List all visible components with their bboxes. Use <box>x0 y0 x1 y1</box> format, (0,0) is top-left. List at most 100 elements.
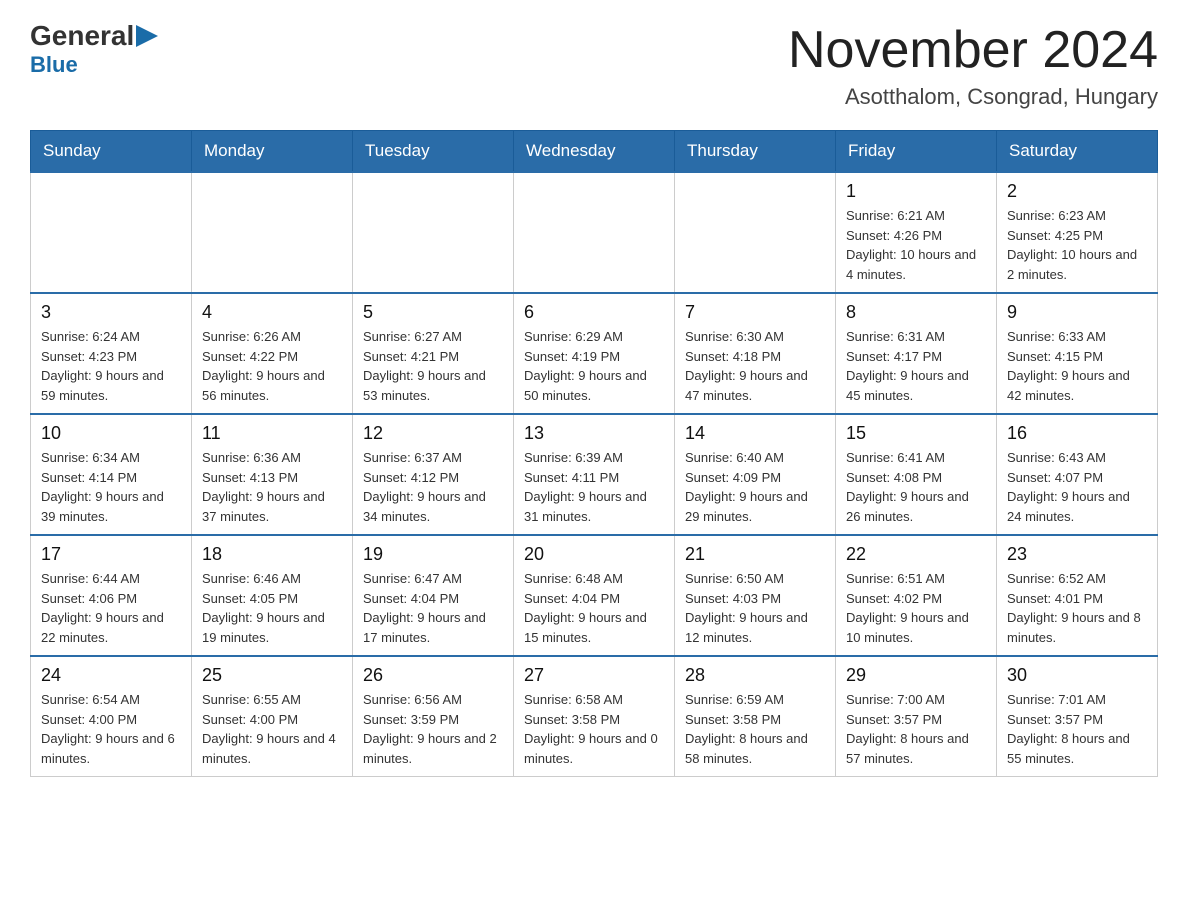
day-info: Sunrise: 6:37 AM Sunset: 4:12 PM Dayligh… <box>363 448 503 526</box>
table-row: 26Sunrise: 6:56 AM Sunset: 3:59 PM Dayli… <box>353 656 514 777</box>
day-number: 30 <box>1007 665 1147 686</box>
day-number: 5 <box>363 302 503 323</box>
day-number: 16 <box>1007 423 1147 444</box>
table-row <box>514 172 675 293</box>
day-info: Sunrise: 6:21 AM Sunset: 4:26 PM Dayligh… <box>846 206 986 284</box>
day-number: 10 <box>41 423 181 444</box>
header-monday: Monday <box>192 131 353 173</box>
day-number: 20 <box>524 544 664 565</box>
table-row: 22 Sunrise: 6:51 AM Sunset: 4:02 PM Dayli… <box>836 535 997 656</box>
table-row: 20 Sunrise: 6:48 AM Sunset: 4:04 PM Dayli… <box>514 535 675 656</box>
logo-general-text: General <box>30 20 134 52</box>
day-number: 25 <box>202 665 342 686</box>
day-info: Sunrise: 6:43 AM Sunset: 4:07 PM Dayligh… <box>1007 448 1147 526</box>
day-number: 18 <box>202 544 342 565</box>
day-number: 15 <box>846 423 986 444</box>
header-wednesday: Wednesday <box>514 131 675 173</box>
day-info: Sunrise: 6:36 AM Sunset: 4:13 PM Dayligh… <box>202 448 342 526</box>
day-info: Sunrise: 6:55 AM Sunset: 4:00 PM Dayligh… <box>202 690 342 768</box>
day-number: 19 <box>363 544 503 565</box>
table-row: 15Sunrise: 6:41 AM Sunset: 4:08 PM Dayli… <box>836 414 997 535</box>
day-info: Sunrise: 7:00 AM Sunset: 3:57 PM Dayligh… <box>846 690 986 768</box>
day-info: Sunrise: 6:48 AM Sunset: 4:04 PM Dayligh… <box>524 569 664 647</box>
weekday-header-row: Sunday Monday Tuesday Wednesday Thursday… <box>31 131 1158 173</box>
page-header: General Blue November 2024 Asotthalom, C… <box>30 20 1158 110</box>
header-tuesday: Tuesday <box>353 131 514 173</box>
logo-blue-text: Blue <box>30 52 78 77</box>
day-info: Sunrise: 6:58 AM Sunset: 3:58 PM Dayligh… <box>524 690 664 768</box>
calendar-table: Sunday Monday Tuesday Wednesday Thursday… <box>30 130 1158 777</box>
day-number: 4 <box>202 302 342 323</box>
table-row: 9Sunrise: 6:33 AM Sunset: 4:15 PM Daylig… <box>997 293 1158 414</box>
title-section: November 2024 Asotthalom, Csongrad, Hung… <box>788 20 1158 110</box>
table-row: 30Sunrise: 7:01 AM Sunset: 3:57 PM Dayli… <box>997 656 1158 777</box>
day-info: Sunrise: 6:23 AM Sunset: 4:25 PM Dayligh… <box>1007 206 1147 284</box>
table-row: 2 Sunrise: 6:23 AM Sunset: 4:25 PM Daylig… <box>997 172 1158 293</box>
table-row: 16 Sunrise: 6:43 AM Sunset: 4:07 PM Dayli… <box>997 414 1158 535</box>
day-info: Sunrise: 6:51 AM Sunset: 4:02 PM Dayligh… <box>846 569 986 647</box>
day-number: 29 <box>846 665 986 686</box>
location-text: Asotthalom, Csongrad, Hungary <box>788 84 1158 110</box>
table-row: 17Sunrise: 6:44 AM Sunset: 4:06 PM Dayli… <box>31 535 192 656</box>
table-row: 1Sunrise: 6:21 AM Sunset: 4:26 PM Daylig… <box>836 172 997 293</box>
day-number: 9 <box>1007 302 1147 323</box>
calendar-week-row: 10 Sunrise: 6:34 AM Sunset: 4:14 PM Dayli… <box>31 414 1158 535</box>
table-row: 13Sunrise: 6:39 AM Sunset: 4:11 PM Dayli… <box>514 414 675 535</box>
header-friday: Friday <box>836 131 997 173</box>
logo: General Blue <box>30 20 158 78</box>
day-number: 2 <box>1007 181 1147 202</box>
day-number: 8 <box>846 302 986 323</box>
day-info: Sunrise: 6:47 AM Sunset: 4:04 PM Dayligh… <box>363 569 503 647</box>
day-number: 12 <box>363 423 503 444</box>
calendar-week-row: 24 Sunrise: 6:54 AM Sunset: 4:00 PM Dayli… <box>31 656 1158 777</box>
day-info: Sunrise: 6:39 AM Sunset: 4:11 PM Dayligh… <box>524 448 664 526</box>
table-row: 5 Sunrise: 6:27 AM Sunset: 4:21 PM Daylig… <box>353 293 514 414</box>
logo-flag-icon <box>136 25 158 47</box>
day-info: Sunrise: 6:50 AM Sunset: 4:03 PM Dayligh… <box>685 569 825 647</box>
day-number: 3 <box>41 302 181 323</box>
table-row: 21 Sunrise: 6:50 AM Sunset: 4:03 PM Dayli… <box>675 535 836 656</box>
day-number: 7 <box>685 302 825 323</box>
day-number: 27 <box>524 665 664 686</box>
header-thursday: Thursday <box>675 131 836 173</box>
day-number: 11 <box>202 423 342 444</box>
calendar-week-row: 3 Sunrise: 6:24 AM Sunset: 4:23 PM Daylig… <box>31 293 1158 414</box>
header-saturday: Saturday <box>997 131 1158 173</box>
table-row <box>192 172 353 293</box>
day-info: Sunrise: 6:30 AM Sunset: 4:18 PM Dayligh… <box>685 327 825 405</box>
table-row <box>31 172 192 293</box>
day-number: 24 <box>41 665 181 686</box>
day-number: 17 <box>41 544 181 565</box>
day-info: Sunrise: 6:56 AM Sunset: 3:59 PM Dayligh… <box>363 690 503 768</box>
day-info: Sunrise: 6:24 AM Sunset: 4:23 PM Dayligh… <box>41 327 181 405</box>
table-row: 29 Sunrise: 7:00 AM Sunset: 3:57 PM Dayli… <box>836 656 997 777</box>
table-row: 19 Sunrise: 6:47 AM Sunset: 4:04 PM Dayli… <box>353 535 514 656</box>
table-row: 8Sunrise: 6:31 AM Sunset: 4:17 PM Daylig… <box>836 293 997 414</box>
day-info: Sunrise: 6:26 AM Sunset: 4:22 PM Dayligh… <box>202 327 342 405</box>
table-row: 10 Sunrise: 6:34 AM Sunset: 4:14 PM Dayli… <box>31 414 192 535</box>
day-info: Sunrise: 6:27 AM Sunset: 4:21 PM Dayligh… <box>363 327 503 405</box>
table-row: 3 Sunrise: 6:24 AM Sunset: 4:23 PM Daylig… <box>31 293 192 414</box>
day-info: Sunrise: 6:52 AM Sunset: 4:01 PM Dayligh… <box>1007 569 1147 647</box>
table-row: 23 Sunrise: 6:52 AM Sunset: 4:01 PM Dayli… <box>997 535 1158 656</box>
day-number: 6 <box>524 302 664 323</box>
day-info: Sunrise: 6:59 AM Sunset: 3:58 PM Dayligh… <box>685 690 825 768</box>
day-number: 21 <box>685 544 825 565</box>
day-number: 23 <box>1007 544 1147 565</box>
day-number: 28 <box>685 665 825 686</box>
table-row: 12 Sunrise: 6:37 AM Sunset: 4:12 PM Dayli… <box>353 414 514 535</box>
day-info: Sunrise: 6:29 AM Sunset: 4:19 PM Dayligh… <box>524 327 664 405</box>
day-info: Sunrise: 6:40 AM Sunset: 4:09 PM Dayligh… <box>685 448 825 526</box>
header-sunday: Sunday <box>31 131 192 173</box>
table-row: 28 Sunrise: 6:59 AM Sunset: 3:58 PM Dayli… <box>675 656 836 777</box>
table-row: 24 Sunrise: 6:54 AM Sunset: 4:00 PM Dayli… <box>31 656 192 777</box>
day-info: Sunrise: 6:54 AM Sunset: 4:00 PM Dayligh… <box>41 690 181 768</box>
table-row: 4 Sunrise: 6:26 AM Sunset: 4:22 PM Daylig… <box>192 293 353 414</box>
day-number: 22 <box>846 544 986 565</box>
day-number: 14 <box>685 423 825 444</box>
table-row: 18Sunrise: 6:46 AM Sunset: 4:05 PM Dayli… <box>192 535 353 656</box>
month-title: November 2024 <box>788 20 1158 80</box>
table-row: 25 Sunrise: 6:55 AM Sunset: 4:00 PM Dayli… <box>192 656 353 777</box>
table-row <box>675 172 836 293</box>
day-info: Sunrise: 6:34 AM Sunset: 4:14 PM Dayligh… <box>41 448 181 526</box>
